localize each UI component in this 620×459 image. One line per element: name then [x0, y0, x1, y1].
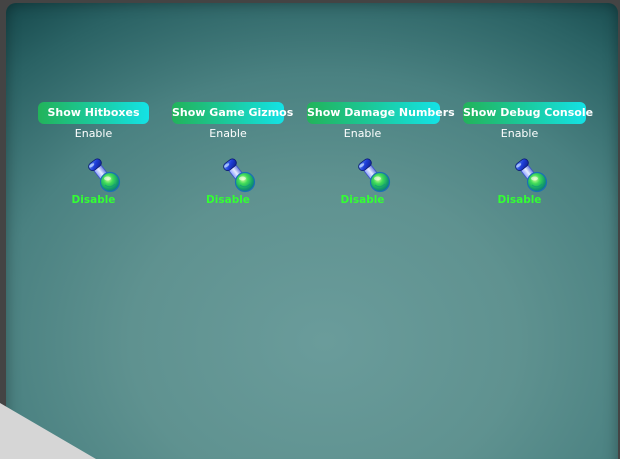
show-hitboxes-button[interactable]: Show Hitboxes	[38, 102, 149, 124]
show-damage-numbers-button[interactable]: Show Damage Numbers	[307, 102, 455, 124]
corner-decoration	[0, 403, 96, 459]
enable-option[interactable]: Enable	[172, 127, 284, 140]
toggle-knob-icon[interactable]	[510, 157, 550, 193]
disable-option[interactable]: Disable	[307, 194, 418, 206]
show-game-gizmos-button[interactable]: Show Game Gizmos	[172, 102, 293, 124]
debug-settings-screen: Show Hitboxes Enable Disable Show Game G…	[0, 0, 620, 459]
disable-option[interactable]: Disable	[38, 194, 149, 206]
disable-option[interactable]: Disable	[172, 194, 284, 206]
enable-option[interactable]: Enable	[463, 127, 576, 140]
show-debug-console-button[interactable]: Show Debug Console	[463, 102, 593, 124]
toggle-group-debug-console: Show Debug Console Enable Disable	[455, 102, 615, 222]
toggle-group-damage-numbers: Show Damage Numbers Enable Disable	[298, 102, 458, 222]
toggle-knob-icon[interactable]	[83, 157, 123, 193]
toggle-knob-icon[interactable]	[218, 157, 258, 193]
enable-option[interactable]: Enable	[38, 127, 149, 140]
disable-option[interactable]: Disable	[463, 194, 576, 206]
toggle-knob-icon[interactable]	[353, 157, 393, 193]
enable-option[interactable]: Enable	[307, 127, 418, 140]
